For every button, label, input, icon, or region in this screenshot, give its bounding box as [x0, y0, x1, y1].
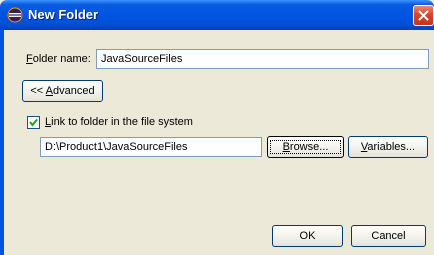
folder-name-label: Folder name: [26, 53, 91, 65]
folder-name-field[interactable]: JavaSourceFiles [96, 49, 429, 69]
eclipse-icon [7, 7, 23, 23]
advanced-button[interactable]: << Advanced [22, 80, 103, 102]
window-left-border [0, 30, 4, 255]
close-icon [418, 10, 429, 21]
browse-button[interactable]: Browse... [267, 136, 344, 158]
close-button[interactable] [413, 5, 434, 26]
window-title: New Folder [28, 7, 99, 22]
variables-button[interactable]: Variables... [348, 136, 428, 158]
cancel-button[interactable]: Cancel [351, 225, 426, 247]
title-bar[interactable]: New Folder [0, 0, 434, 30]
checkmark-icon [29, 118, 38, 127]
link-checkbox-label: Link to folder in the file system [45, 116, 193, 128]
location-field[interactable]: D:\Product1\JavaSourceFiles [40, 137, 262, 157]
link-checkbox[interactable] [27, 116, 40, 129]
ok-button[interactable]: OK [272, 225, 343, 247]
new-folder-dialog: New Folder Folder name: JavaSourceFiles … [0, 0, 434, 255]
